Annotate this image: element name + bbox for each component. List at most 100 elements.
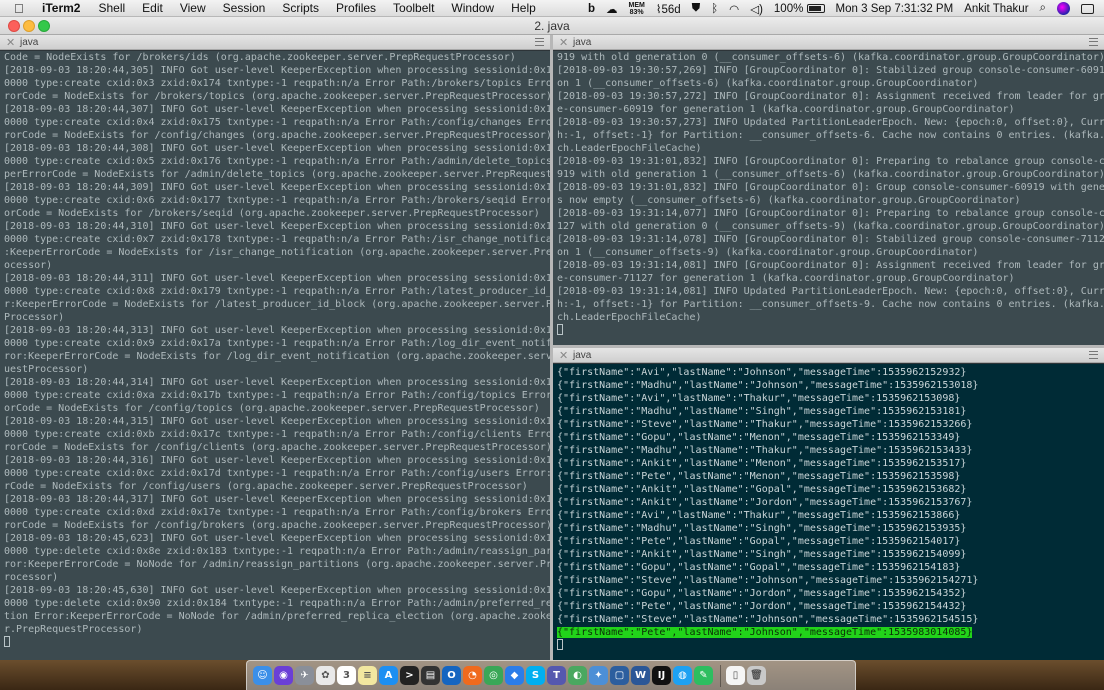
left-terminal-pane[interactable]: ✕ java Code = NodeExists for /brokers/id… — [0, 35, 550, 660]
chrome-icon[interactable]: ◎ — [484, 666, 503, 685]
terminal-line: [2018-09-03 18:20:44,305] INFO Got user-… — [4, 65, 550, 76]
terminal-line: {"firstName":"Gopu","lastName":"Jordon",… — [557, 588, 967, 599]
evernote-icon[interactable]: ✎ — [694, 666, 713, 685]
menu-edit[interactable]: Edit — [142, 1, 163, 15]
terminal-line: [2018-09-03 19:30:57,273] INFO Updated P… — [557, 117, 1104, 128]
apple-menu-icon[interactable]:  — [14, 0, 30, 17]
menu-shell[interactable]: Shell — [98, 1, 125, 15]
dock: ☺ ◉ ✈ ✿ 3 ≡ A > ▤ O ◔ ◎ ◆ S T ◐ ✦ ▢ W IJ ◍ ✎ ▯ 🗑 — [246, 660, 856, 690]
intellij-icon[interactable]: IJ — [652, 666, 671, 685]
finder-icon[interactable]: ☺ — [253, 666, 272, 685]
teams-icon[interactable]: T — [547, 666, 566, 685]
menu-app-name[interactable]: iTerm2 — [42, 1, 80, 15]
terminal-output[interactable]: Code = NodeExists for /brokers/ids (org.… — [0, 51, 550, 660]
trash-icon[interactable]: 🗑 — [747, 666, 766, 685]
bitbar-icon[interactable]: b — [588, 3, 595, 15]
menu-profiles[interactable]: Profiles — [336, 1, 376, 15]
battery-status[interactable]: 100% — [774, 3, 825, 15]
photos-icon[interactable]: ✿ — [316, 666, 335, 685]
terminal-line: {"firstName":"Pete","lastName":"Menon","… — [557, 471, 961, 482]
terminal-output[interactable]: {"firstName":"Avi","lastName":"Johnson",… — [553, 364, 1104, 660]
bottom-right-terminal-pane[interactable]: ✕ java {"firstName":"Avi","lastName":"Jo… — [553, 348, 1104, 660]
close-pane-icon[interactable]: ✕ — [559, 349, 568, 362]
terminal-line: {"firstName":"Steve","lastName":"Johnson… — [557, 575, 979, 586]
terminal-line: [2018-09-03 19:31:14,081] INFO [GroupCoo… — [557, 260, 1104, 271]
wifi-icon[interactable]: ◠ — [729, 2, 739, 16]
siri-icon[interactable] — [1057, 2, 1070, 15]
notification-center-icon[interactable] — [1081, 3, 1094, 14]
terminal-line: 919 with old generation 0 (__consumer_of… — [557, 52, 1104, 63]
terminal-icon[interactable]: > — [400, 666, 419, 685]
word-icon[interactable]: W — [631, 666, 650, 685]
firefox-icon[interactable]: ◔ — [463, 666, 482, 685]
pane-menu-icon[interactable] — [1089, 351, 1098, 359]
terminal-line: ch.LeaderEpochFileCache) — [557, 143, 702, 154]
spotlight-search-icon[interactable]: ⌕ — [1040, 2, 1046, 15]
volume-icon[interactable]: ◁) — [750, 2, 763, 16]
notes-icon[interactable]: ≡ — [358, 666, 377, 685]
temperature-monitor[interactable]: ⌇56d — [656, 2, 681, 16]
close-pane-icon[interactable]: ✕ — [6, 36, 15, 49]
maps-icon[interactable]: ◆ — [505, 666, 524, 685]
terminal-line: 919 with old generation 1 (__consumer_of… — [557, 169, 1104, 180]
vpn-shield-icon[interactable]: ⛊ — [692, 2, 701, 15]
pane-title: java — [573, 37, 592, 48]
terminal-line: 0000 type:create cxid:0x8 zxid:0x179 txn… — [4, 286, 550, 297]
terminal-line: ch.LeaderEpochFileCache) — [557, 312, 702, 323]
terminal-line: [2018-09-03 19:31:14,077] INFO [GroupCoo… — [557, 208, 1104, 219]
clock-date: Mon 3 Sep — [835, 2, 892, 15]
terminal-line: [2018-09-03 19:30:57,269] INFO [GroupCoo… — [557, 65, 1104, 76]
terminal-output[interactable]: 919 with old generation 0 (__consumer_of… — [553, 51, 1104, 345]
siri-icon[interactable]: ◉ — [274, 666, 293, 685]
calendar-icon[interactable]: 3 — [337, 666, 356, 685]
skype-icon[interactable]: S — [526, 666, 545, 685]
menu-scripts[interactable]: Scripts — [282, 1, 319, 15]
pane-header: ✕ java — [0, 35, 550, 50]
pane-menu-icon[interactable] — [1089, 38, 1098, 46]
close-pane-icon[interactable]: ✕ — [559, 36, 568, 49]
terminal-line: {"firstName":"Ankit","lastName":"Jordon"… — [557, 497, 973, 508]
menu-session[interactable]: Session — [223, 1, 266, 15]
menu-help[interactable]: Help — [511, 1, 536, 15]
app-store-icon[interactable]: A — [379, 666, 398, 685]
highlighted-new-message: {"firstName":"Pete","lastName":"Johnson"… — [557, 627, 973, 638]
terminal-line: {"firstName":"Ankit","lastName":"Gopal",… — [557, 484, 967, 495]
outlook-icon[interactable]: O — [442, 666, 461, 685]
pane-menu-icon[interactable] — [535, 38, 544, 46]
clock[interactable]: Mon 3 Sep 7:31:32 PM — [836, 3, 954, 15]
terminal-line: [2018-09-03 18:20:44,313] INFO Got user-… — [4, 325, 550, 336]
terminal-line: {"firstName":"Ankit","lastName":"Menon",… — [557, 458, 967, 469]
menu-window[interactable]: Window — [451, 1, 494, 15]
terminal-line: {"firstName":"Steve","lastName":"Johnson… — [557, 614, 979, 625]
memory-monitor[interactable]: MEM 83% — [628, 2, 644, 16]
terminal-line: h:-1, offset:-1} for Partition: __consum… — [557, 130, 1104, 141]
vivaldi-icon[interactable]: ◐ — [568, 666, 587, 685]
pane-title: java — [20, 37, 39, 48]
document-icon[interactable]: ▯ — [726, 666, 745, 685]
activity-icon[interactable]: ▤ — [421, 666, 440, 685]
cloud-icon[interactable]: ☁ — [606, 2, 618, 16]
virtualbox-icon[interactable]: ▢ — [610, 666, 629, 685]
menu-view[interactable]: View — [180, 1, 206, 15]
terminal-line: orCode = NodeExists for /brokers/seqid (… — [4, 208, 540, 219]
terminal-line: Processor) — [4, 312, 65, 323]
terminal-line: 0000 type:create cxid:0x3 zxid:0x174 txn… — [4, 78, 550, 89]
terminal-line: rCode = NodeExists for /config/users (or… — [4, 481, 528, 492]
terminal-line: h:-1, offset:-1} for Partition: __consum… — [557, 299, 1104, 310]
memory-value: 83% — [629, 8, 644, 16]
terminal-line: e-consumer-71127 for generation 1 (kafka… — [557, 273, 1015, 284]
top-right-terminal-pane[interactable]: ✕ java 919 with old generation 0 (__cons… — [553, 35, 1104, 345]
bluetooth-icon[interactable]: ᛒ — [711, 3, 718, 15]
terminal-line: on 1 (__consumer_offsets-9) (kafka.coord… — [557, 247, 979, 258]
xcode-icon[interactable]: ✦ — [589, 666, 608, 685]
terminal-line: [2018-09-03 18:20:45,623] INFO Got user-… — [4, 533, 550, 544]
safari-icon[interactable]: ◍ — [673, 666, 692, 685]
terminal-line: {"firstName":"Avi","lastName":"Thakur","… — [557, 393, 961, 404]
terminal-line: [2018-09-03 18:20:44,315] INFO Got user-… — [4, 416, 550, 427]
user-name[interactable]: Ankit Thakur — [964, 3, 1028, 15]
terminal-line: {"firstName":"Ankit","lastName":"Singh",… — [557, 549, 967, 560]
launchpad-icon[interactable]: ✈ — [295, 666, 314, 685]
menu-toolbelt[interactable]: Toolbelt — [393, 1, 434, 15]
terminal-line: 0000 type:create cxid:0x5 zxid:0x176 txn… — [4, 156, 550, 167]
terminal-line: 0000 type:create cxid:0xb zxid:0x17c txn… — [4, 429, 550, 440]
